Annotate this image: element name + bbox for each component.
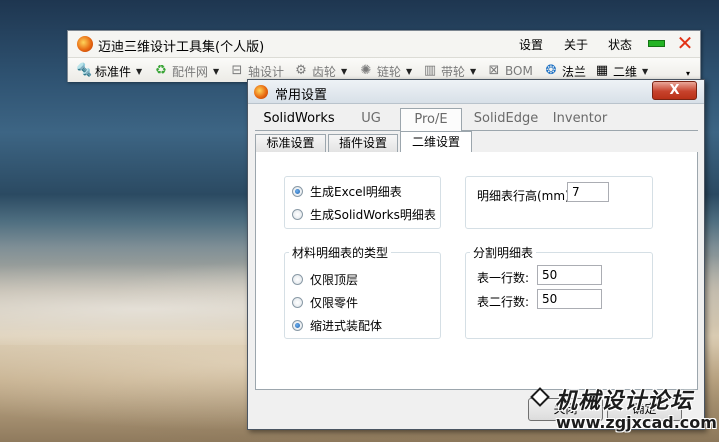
radio-top-level-only[interactable]: 仅限顶层 bbox=[292, 271, 358, 288]
table1-rows-label: 表一行数: bbox=[477, 271, 530, 285]
dialog-titlebar: 常用设置 X bbox=[248, 80, 704, 104]
watermark: 机械设计论坛 www.zgjxcad.com bbox=[530, 383, 719, 442]
drawing-icon: ▦ bbox=[595, 63, 609, 78]
settings-panel: 生成Excel明细表 生成SolidWorks明细表 明细表行高(mm) 7 材… bbox=[255, 152, 698, 390]
bom-icon: ⊠ bbox=[488, 63, 500, 78]
network-icon: ♻ bbox=[155, 63, 167, 78]
tab-solidworks[interactable]: SolidWorks bbox=[259, 108, 339, 131]
radio-solidworks-bom[interactable]: 生成SolidWorks明细表 bbox=[292, 206, 436, 223]
tool-flange[interactable]: ❂ 法兰 bbox=[543, 62, 586, 80]
tool-pulley[interactable]: ▥ 带轮 ▼ bbox=[422, 62, 476, 80]
table1-rows-input[interactable]: 50 bbox=[537, 265, 602, 285]
radio-unselected-icon bbox=[292, 297, 303, 308]
watermark-url: www.zgjxcad.com bbox=[556, 413, 717, 432]
row-height-input[interactable]: 7 bbox=[567, 182, 609, 202]
radio-unselected-icon bbox=[292, 209, 303, 220]
menu-settings[interactable]: 设置 bbox=[519, 36, 543, 53]
tool-gear[interactable]: ⚙ 齿轮 ▼ bbox=[293, 62, 347, 80]
chevron-down-icon[interactable]: ▼ bbox=[642, 67, 648, 76]
app-logo-icon bbox=[254, 85, 268, 99]
radio-indented-assembly[interactable]: 缩进式装配体 bbox=[292, 317, 382, 334]
radio-selected-icon bbox=[292, 320, 303, 331]
radio-unselected-icon bbox=[292, 274, 303, 285]
app-title: 迈迪三维设计工具集(个人版) bbox=[98, 40, 265, 55]
bom-type-label: 材料明细表的类型 bbox=[289, 244, 392, 261]
minimize-button[interactable] bbox=[648, 40, 665, 47]
chevron-down-icon[interactable]: ▼ bbox=[213, 67, 219, 76]
sprocket-icon: ✺ bbox=[360, 63, 372, 78]
tool-bom[interactable]: ⊠ BOM bbox=[486, 62, 533, 80]
tool-sprocket[interactable]: ✺ 链轮 ▼ bbox=[358, 62, 413, 80]
app-logo-icon bbox=[77, 36, 93, 52]
product-tabs: SolidWorks UG Pro/E SolidEdge Inventor bbox=[255, 108, 698, 131]
table2-rows-label: 表二行数: bbox=[477, 295, 530, 309]
bolt-icon: 🔩 bbox=[76, 63, 93, 78]
settings-dialog: 常用设置 X SolidWorks UG Pro/E SolidEdge Inv… bbox=[247, 79, 705, 430]
chevron-down-icon[interactable]: ▼ bbox=[406, 67, 412, 76]
radio-selected-icon bbox=[292, 186, 303, 197]
close-icon[interactable]: ✕ bbox=[674, 32, 696, 54]
tab-2d-settings[interactable]: 二维设置 bbox=[400, 131, 472, 154]
split-table-label: 分割明细表 bbox=[470, 244, 537, 261]
toolbar-titlebar: 迈迪三维设计工具集(个人版) 设置 关于 状态 ✕ bbox=[68, 31, 700, 57]
dialog-title: 常用设置 bbox=[275, 88, 328, 103]
radio-parts-only[interactable]: 仅限零件 bbox=[292, 294, 358, 311]
dialog-close-button[interactable]: X bbox=[652, 81, 697, 100]
tab-plugin-settings[interactable]: 插件设置 bbox=[328, 134, 398, 153]
menu-status[interactable]: 状态 bbox=[608, 36, 632, 53]
row-height-label: 明细表行高(mm) bbox=[477, 189, 570, 203]
tool-parts-network[interactable]: ♻ 配件网 ▼ bbox=[153, 62, 219, 80]
chevron-down-icon[interactable]: ▼ bbox=[470, 67, 476, 76]
tab-ug[interactable]: UG bbox=[351, 108, 391, 131]
radio-excel-bom[interactable]: 生成Excel明细表 bbox=[292, 183, 402, 200]
gear-icon: ⚙ bbox=[295, 63, 307, 78]
tab-standard-settings[interactable]: 标准设置 bbox=[255, 134, 326, 153]
pulley-icon: ▥ bbox=[423, 63, 437, 78]
chevron-down-icon[interactable]: ▼ bbox=[341, 67, 347, 76]
tool-2d-drawing[interactable]: ▦ 二维 ▼ bbox=[594, 62, 648, 80]
settings-subtabs: 标准设置 插件设置 二维设置 bbox=[255, 131, 698, 154]
tool-standard-parts[interactable]: 🔩 标准件 ▼ bbox=[76, 62, 142, 80]
watermark-title: 机械设计论坛 bbox=[555, 388, 694, 414]
chevron-down-icon[interactable]: ▼ bbox=[136, 67, 142, 76]
flange-icon: ❂ bbox=[545, 63, 557, 78]
table2-rows-input[interactable]: 50 bbox=[537, 289, 602, 309]
tab-proe[interactable]: Pro/E bbox=[400, 108, 462, 131]
tool-shaft-design[interactable]: ⊟ 轴设计 bbox=[229, 62, 284, 80]
tab-solidedge[interactable]: SolidEdge bbox=[467, 108, 545, 131]
toolbar-window: 迈迪三维设计工具集(个人版) 设置 关于 状态 ✕ 🔩 标准件 ▼ ♻ 配件网 … bbox=[67, 30, 701, 82]
watermark-logo-icon bbox=[530, 387, 550, 407]
menu-about[interactable]: 关于 bbox=[564, 36, 588, 53]
shaft-icon: ⊟ bbox=[231, 63, 243, 78]
tab-inventor[interactable]: Inventor bbox=[547, 108, 613, 131]
